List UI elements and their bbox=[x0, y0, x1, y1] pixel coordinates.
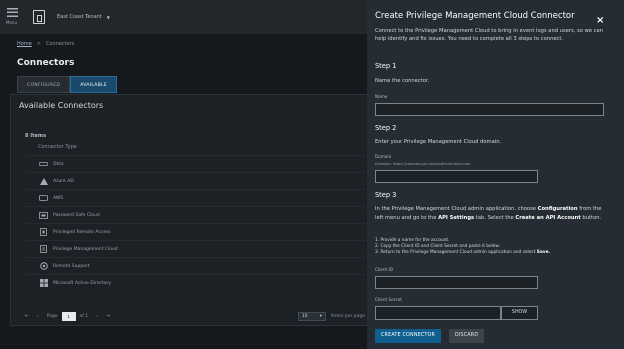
step-3-heading: Step 3 bbox=[375, 191, 397, 199]
per-page-select[interactable]: 10 ▾ bbox=[297, 311, 326, 321]
chevron-down-icon: ▼ bbox=[106, 14, 110, 20]
column-header-connector-type[interactable]: Connector Type bbox=[38, 144, 77, 150]
connector-label: Microsoft Active Directory bbox=[53, 280, 111, 286]
tab-configured[interactable]: CONFIGURED bbox=[17, 76, 71, 93]
breadcrumb-home-link[interactable]: Home bbox=[17, 41, 32, 47]
page-label: Page bbox=[46, 313, 58, 319]
password-safe-icon bbox=[39, 211, 48, 219]
connector-label: Remote Support bbox=[53, 263, 90, 269]
connector-label: Privilege Management Cloud bbox=[53, 246, 118, 252]
drawer-title: Create Privilege Management Cloud Connec… bbox=[375, 11, 575, 21]
name-label: Name bbox=[375, 94, 388, 99]
tenant-name: East Coast Tenant bbox=[57, 14, 102, 20]
available-connectors-panel: Available Connectors 8 Items Connector T… bbox=[10, 94, 370, 326]
table-row[interactable]: Microsoft Active Directory bbox=[25, 274, 365, 291]
previous-page-icon[interactable]: ‹ bbox=[37, 314, 39, 319]
menu-label: Menu bbox=[6, 20, 17, 25]
table-row[interactable]: Okta bbox=[25, 155, 365, 172]
show-secret-button[interactable]: SHOW bbox=[501, 306, 538, 320]
step-3-instructions: In the Privilege Management Cloud admin … bbox=[375, 206, 602, 221]
api-settings-highlight: API Settings bbox=[438, 215, 475, 221]
remote-support-icon bbox=[39, 262, 48, 270]
okta-icon bbox=[39, 161, 48, 168]
table-row[interactable]: Azure AD bbox=[25, 172, 365, 189]
step-2-heading: Step 2 bbox=[375, 124, 397, 132]
chevron-down-icon: ▾ bbox=[319, 313, 322, 319]
page-title: Connectors bbox=[17, 58, 75, 68]
menu-button[interactable]: Menu bbox=[6, 6, 20, 30]
connector-label: AWS bbox=[53, 195, 64, 201]
per-page-label: Items per page bbox=[330, 313, 365, 319]
panel-title: Available Connectors bbox=[19, 101, 104, 110]
step-3-list: 1. Provide a name for the account. 2. Co… bbox=[375, 238, 550, 256]
logo-icon bbox=[33, 10, 45, 24]
breadcrumb-separator: > bbox=[36, 41, 41, 47]
create-api-account-highlight: Create an API Account bbox=[515, 215, 581, 221]
name-input[interactable] bbox=[375, 103, 604, 116]
client-secret-input[interactable] bbox=[375, 306, 501, 320]
hamburger-icon bbox=[7, 8, 18, 17]
next-page-icon[interactable]: › bbox=[96, 314, 98, 319]
items-count: 8 Items bbox=[25, 133, 47, 139]
table-row[interactable]: Privilege Management Cloud bbox=[25, 240, 365, 257]
step-1-text: Name the connector. bbox=[375, 78, 430, 84]
table-row[interactable]: Remote Support bbox=[25, 257, 365, 274]
drawer-intro: Connect to the Privilege Management Clou… bbox=[375, 28, 603, 42]
tenant-selector[interactable]: East Coast Tenant ▼ bbox=[57, 14, 110, 20]
domain-example: Example: https://company.pm.beyondtrustc… bbox=[375, 162, 471, 166]
connector-label: Okta bbox=[53, 161, 64, 167]
create-connector-drawer: Create Privilege Management Cloud Connec… bbox=[367, 0, 624, 349]
client-id-input[interactable] bbox=[375, 276, 538, 289]
domain-label: Domain bbox=[375, 154, 392, 159]
client-id-label: Client ID bbox=[375, 267, 393, 272]
per-page-control: 10 ▾ Items per page bbox=[297, 311, 365, 321]
discard-button[interactable]: DISCARD bbox=[449, 329, 485, 343]
close-icon[interactable]: × bbox=[596, 15, 604, 26]
client-secret-label: Client Secret bbox=[375, 297, 402, 302]
step-1-heading: Step 1 bbox=[375, 62, 397, 70]
create-connector-button[interactable]: CREATE CONNECTOR bbox=[375, 329, 442, 343]
table-row[interactable]: Privileged Remote Access bbox=[25, 223, 365, 240]
table-row[interactable]: Password Safe Cloud bbox=[25, 206, 365, 223]
last-page-icon[interactable]: ⇥ bbox=[106, 314, 110, 319]
tab-available[interactable]: AVAILABLE bbox=[70, 76, 118, 93]
aws-icon bbox=[39, 195, 48, 202]
connector-label: Password Safe Cloud bbox=[53, 212, 100, 218]
per-page-value: 10 bbox=[301, 313, 308, 319]
windows-icon bbox=[39, 279, 48, 287]
breadcrumb: Home > Connectors bbox=[17, 41, 74, 47]
page-of-label: of 1 bbox=[79, 313, 89, 319]
azure-icon bbox=[39, 177, 48, 185]
pm-cloud-icon bbox=[39, 245, 48, 253]
remote-access-icon bbox=[39, 228, 48, 236]
table-row[interactable]: AWS bbox=[25, 189, 365, 206]
step-2-text: Enter your Privilege Management Cloud do… bbox=[375, 139, 502, 145]
list-item: 3. Return to the Privilege Management Cl… bbox=[375, 250, 551, 255]
breadcrumb-current: Connectors bbox=[45, 41, 75, 47]
connector-label: Azure AD bbox=[53, 178, 74, 184]
domain-input[interactable] bbox=[375, 170, 538, 183]
tab-bar: CONFIGURED AVAILABLE bbox=[17, 76, 118, 93]
connector-label: Privileged Remote Access bbox=[53, 229, 111, 235]
first-page-icon[interactable]: ⇤ bbox=[25, 314, 29, 319]
pagination: ⇤ ‹ Page of 1 › ⇥ 10 ▾ Items per page bbox=[25, 309, 365, 323]
page-number-input[interactable] bbox=[61, 311, 76, 321]
connector-list: Okta Azure AD AWS Password Safe Cloud Pr… bbox=[25, 155, 365, 291]
configuration-highlight: Configuration bbox=[537, 206, 578, 212]
